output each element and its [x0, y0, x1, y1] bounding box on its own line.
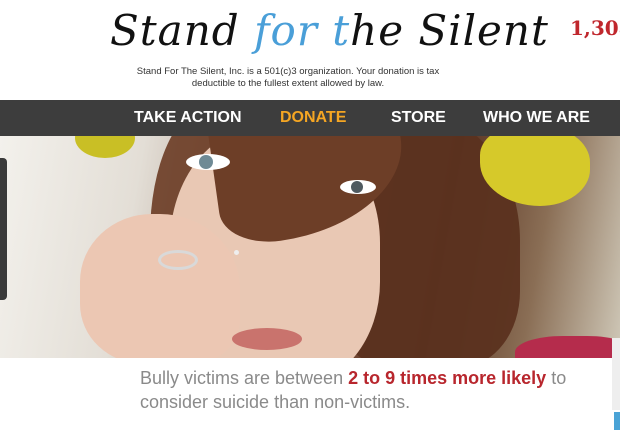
nonprofit-tagline: Stand For The Silent, Inc. is a 501(c)3 …: [136, 66, 440, 89]
hero-eye-right: [340, 180, 376, 194]
logo-text-t: t: [332, 6, 351, 55]
site-logo[interactable]: Stand for the Silent: [110, 6, 548, 62]
hero-knit-hat-left: [75, 136, 135, 158]
hero-shirt: [515, 336, 620, 358]
hero-ring: [158, 250, 198, 270]
bullying-statistic: Bully victims are between 2 to 9 times m…: [140, 366, 610, 414]
nav-take-action[interactable]: TAKE ACTION: [134, 100, 242, 136]
logo-text-the-silent: he Silent: [350, 6, 549, 55]
site-header: Stand for the Silent Stand For The Silen…: [0, 0, 620, 100]
logo-text-stand: Stand: [110, 6, 254, 55]
nav-who-we-are[interactable]: WHO WE ARE: [483, 100, 590, 136]
hero-nose-stud: [234, 250, 239, 255]
main-nav: TAKE ACTION DONATE STORE WHO WE ARE: [0, 100, 620, 136]
nav-donate[interactable]: DONATE: [280, 100, 346, 136]
hero-hand: [80, 214, 240, 358]
side-feedback-tab[interactable]: [0, 158, 7, 300]
right-share-tab[interactable]: [614, 412, 620, 430]
hero-eye-left: [186, 154, 230, 170]
logo-text-for: for: [253, 6, 333, 55]
hero-lips: [232, 328, 302, 350]
nav-store[interactable]: STORE: [391, 100, 446, 136]
right-edge-panel: [612, 338, 620, 410]
supporter-counter: 1,308: [570, 16, 620, 40]
hero-image: [0, 136, 620, 358]
stat-highlight: 2 to 9 times more likely: [348, 368, 547, 388]
stat-text-before: Bully victims are between: [140, 368, 349, 388]
